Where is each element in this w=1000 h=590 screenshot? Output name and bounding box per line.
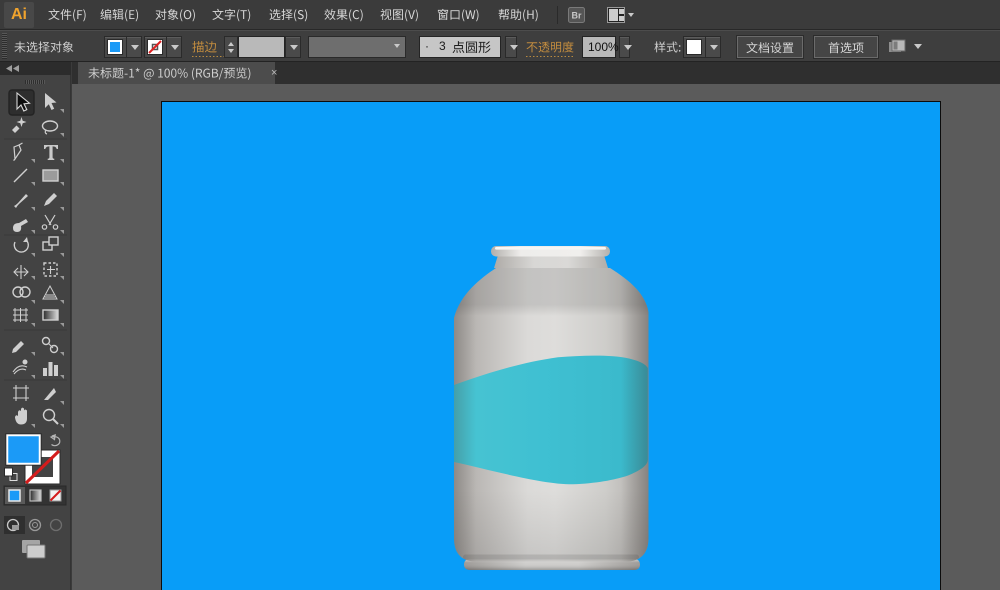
svg-text:Br: Br (571, 11, 581, 21)
